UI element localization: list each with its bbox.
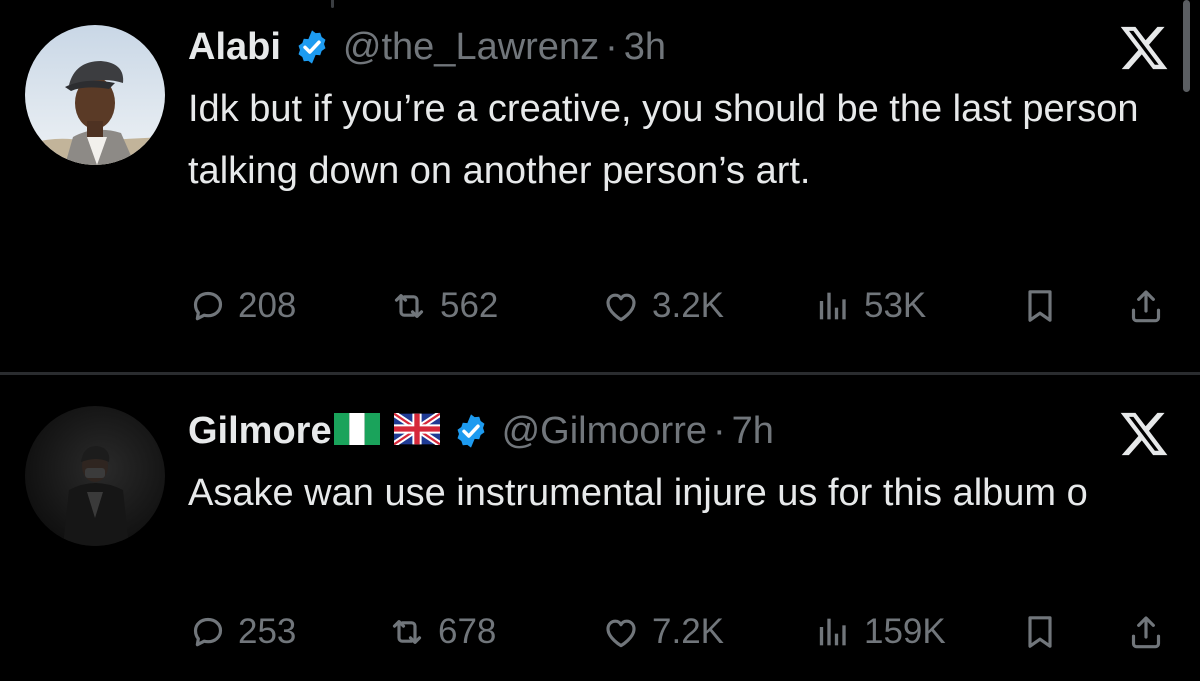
avatar[interactable] <box>25 406 165 546</box>
views-count: 159K <box>864 612 946 651</box>
like-count: 7.2K <box>652 612 724 651</box>
tweet[interactable]: Alabi @the_Lawrenz · 3h Idk but if you’r… <box>0 0 1200 372</box>
reply-count: 253 <box>238 612 297 651</box>
like-button[interactable]: 7.2K <box>600 602 724 662</box>
divider <box>0 372 1200 375</box>
heart-icon <box>600 612 642 652</box>
verified-badge-icon <box>293 28 331 66</box>
repost-button[interactable]: 678 <box>386 602 496 662</box>
timestamp[interactable]: 3h <box>624 26 666 69</box>
bookmark-button[interactable] <box>1020 276 1060 336</box>
user-handle[interactable]: @Gilmoorre <box>502 410 707 453</box>
tweet-header: Gilmore @Gilmoorre · 7h <box>188 403 774 459</box>
repost-icon <box>386 612 428 652</box>
nigeria-flag-icon <box>333 412 380 450</box>
action-bar: 253 678 7.2K 159K <box>188 602 1173 662</box>
verified-badge-icon <box>452 412 490 450</box>
views-count: 53K <box>864 286 927 325</box>
repost-button[interactable]: 562 <box>388 276 498 336</box>
reply-count: 208 <box>238 286 297 325</box>
share-button[interactable] <box>1126 602 1166 662</box>
share-button[interactable] <box>1126 276 1166 336</box>
share-icon <box>1126 612 1166 652</box>
bookmark-icon <box>1020 286 1060 326</box>
reply-icon <box>188 612 228 652</box>
bookmark-icon <box>1020 612 1060 652</box>
reply-button[interactable]: 253 <box>188 602 296 662</box>
repost-count: 562 <box>440 286 499 325</box>
user-handle[interactable]: @the_Lawrenz <box>343 26 599 69</box>
avatar[interactable] <box>25 25 165 165</box>
x-logo-icon <box>1118 22 1170 74</box>
like-button[interactable]: 3.2K <box>600 276 724 336</box>
heart-icon <box>600 286 642 326</box>
bookmark-button[interactable] <box>1020 602 1060 662</box>
tweet-header: Alabi @the_Lawrenz · 3h <box>188 19 666 75</box>
x-logo-icon <box>1118 408 1170 460</box>
separator-dot: · <box>713 409 726 452</box>
tweet[interactable]: Gilmore @Gilmoorre · 7h Asake wan use in… <box>0 376 1200 681</box>
tweet-text: Asake wan use instrumental injure us for… <box>188 472 1088 514</box>
action-bar: 208 562 3.2K 53K <box>188 276 1173 336</box>
timestamp[interactable]: 7h <box>732 410 774 453</box>
reply-button[interactable]: 208 <box>188 276 296 336</box>
reply-icon <box>188 286 228 326</box>
views-button[interactable]: 53K <box>814 276 926 336</box>
views-button[interactable]: 159K <box>814 602 946 662</box>
display-name[interactable]: Gilmore <box>188 410 332 453</box>
views-icon <box>814 286 854 326</box>
tweet-text: Idk but if you’re a creative, you should… <box>188 88 1139 192</box>
separator-dot: · <box>605 25 618 68</box>
views-icon <box>814 612 854 652</box>
share-icon <box>1126 286 1166 326</box>
repost-icon <box>388 286 430 326</box>
uk-flag-icon <box>391 410 442 450</box>
display-name[interactable]: Alabi <box>188 26 281 69</box>
like-count: 3.2K <box>652 286 724 325</box>
repost-count: 678 <box>438 612 497 651</box>
